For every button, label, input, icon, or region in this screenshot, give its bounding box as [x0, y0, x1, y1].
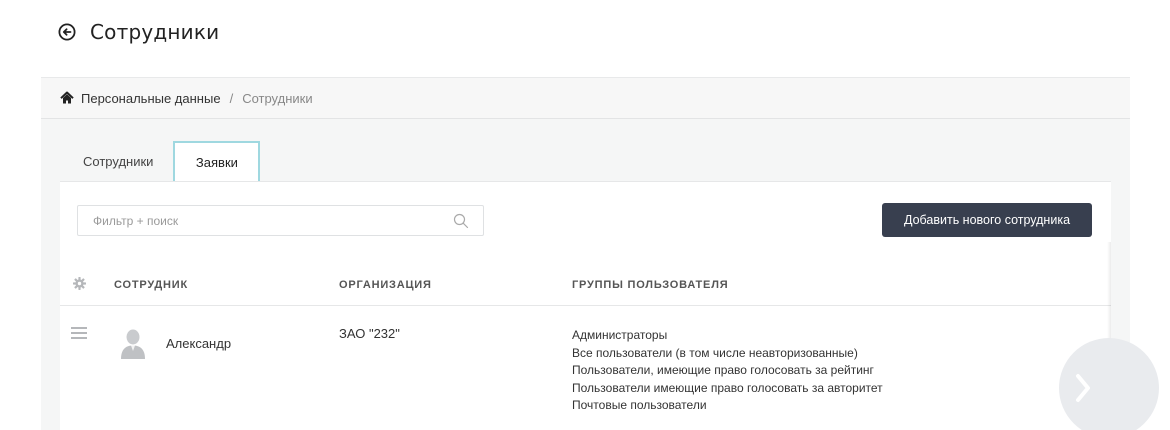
tab-content: Добавить нового сотрудника СОТРУДНИК ОРГ…	[60, 181, 1111, 430]
column-header-employee[interactable]: СОТРУДНИК	[114, 279, 188, 291]
breadcrumb-current: Сотрудники	[242, 90, 313, 106]
column-header-groups[interactable]: ГРУППЫ ПОЛЬЗОВАТЕЛЯ	[572, 279, 728, 291]
list-item: Все пользователи (в том числе неавторизо…	[572, 345, 858, 360]
breadcrumb-home-link[interactable]: Персональные данные	[81, 91, 221, 106]
next-arrow-button[interactable]	[1059, 338, 1159, 430]
list-item: Почтовые пользователи	[572, 398, 707, 412]
back-arrow-icon[interactable]	[58, 23, 76, 41]
page-title: Сотрудники	[90, 20, 220, 44]
page-header: Сотрудники	[58, 18, 219, 46]
tab-requests[interactable]: Заявки	[173, 141, 261, 182]
search-input[interactable]	[93, 213, 433, 228]
employee-name[interactable]: Александр	[166, 336, 231, 351]
gear-icon[interactable]	[73, 277, 86, 290]
column-header-organization[interactable]: ОРГАНИЗАЦИЯ	[339, 279, 432, 291]
list-item: Администраторы	[572, 328, 668, 342]
chevron-right-icon	[1076, 374, 1090, 402]
tabs: Сотрудники Заявки	[67, 141, 261, 182]
table-row[interactable]: Александр ЗАО "232" Администраторы Все п…	[60, 307, 1111, 430]
drag-handle-icon[interactable]	[71, 327, 87, 339]
search-icon[interactable]	[453, 213, 469, 229]
table-header: СОТРУДНИК ОРГАНИЗАЦИЯ ГРУППЫ ПОЛЬЗОВАТЕЛ…	[60, 262, 1111, 306]
add-employee-button[interactable]: Добавить нового сотрудника	[882, 203, 1092, 237]
breadcrumb-separator: /	[229, 90, 234, 106]
organization-name: ЗАО "232"	[339, 326, 400, 341]
home-icon[interactable]	[60, 91, 74, 105]
main-panel: Персональные данные / Сотрудники Сотрудн…	[41, 77, 1130, 430]
search-box	[77, 205, 484, 236]
list-item: Пользователи, имеющие право голосовать з…	[572, 363, 874, 377]
tab-employees[interactable]: Сотрудники	[67, 141, 169, 182]
breadcrumb: Персональные данные / Сотрудники	[41, 78, 1130, 119]
list-item: Пользователи имеющие право голосовать за…	[572, 380, 883, 395]
user-avatar-icon	[119, 327, 147, 359]
user-groups-list: Администраторы Все пользователи (в том ч…	[572, 327, 1072, 430]
